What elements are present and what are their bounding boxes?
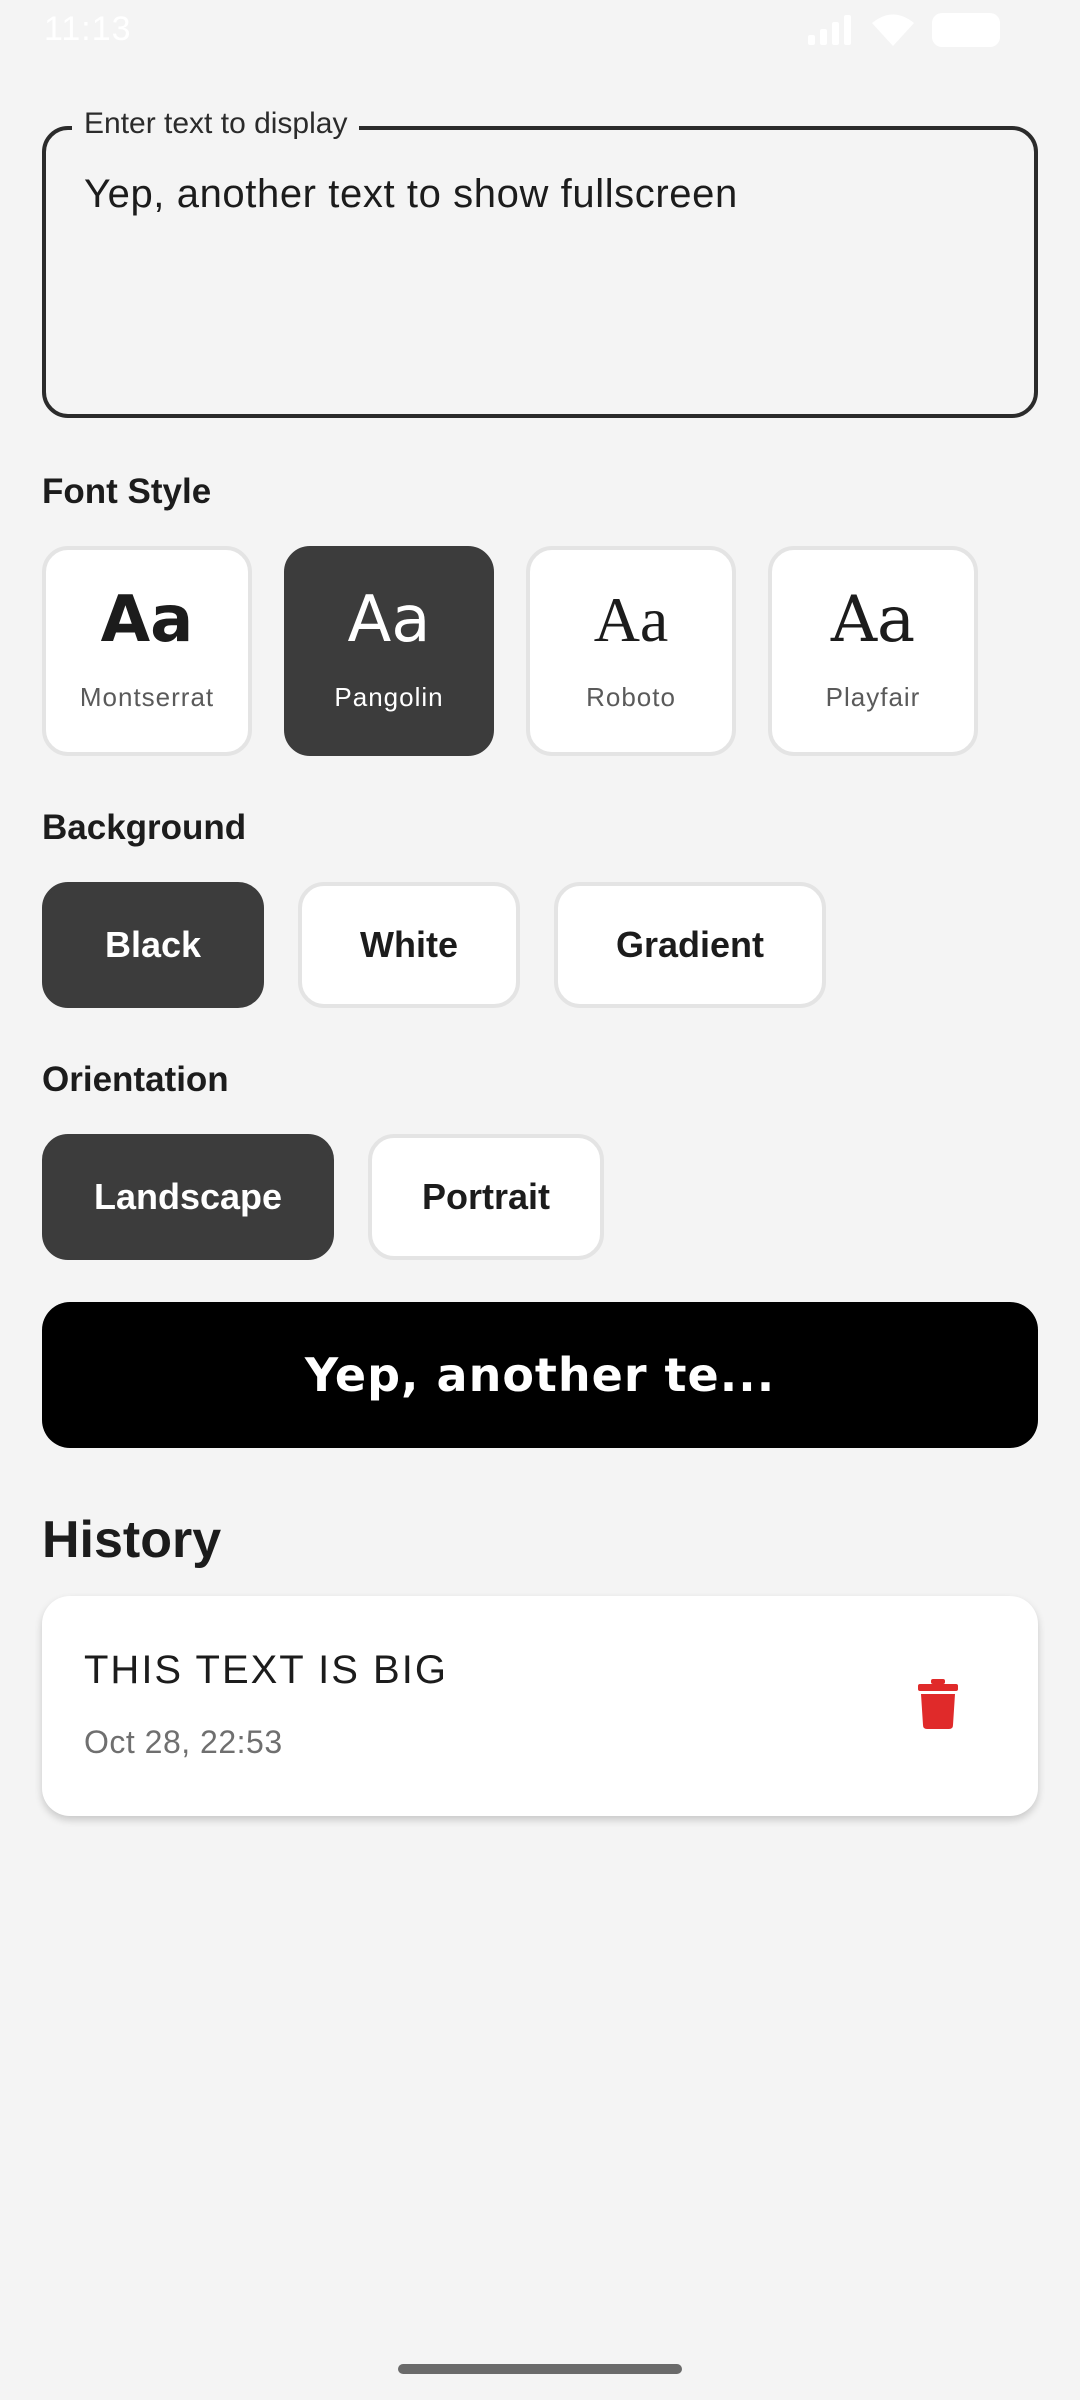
battery-icon (932, 13, 1004, 47)
font-style-title: Font Style (42, 472, 212, 511)
background-option-gradient[interactable]: Gradient (554, 882, 826, 1008)
font-option-pangolin[interactable]: Aa Pangolin (284, 546, 494, 756)
font-name: Montserrat (79, 682, 215, 712)
text-input-label: Enter text to display (72, 106, 360, 142)
background-option-white[interactable]: White (298, 882, 520, 1008)
text-input-field[interactable] (42, 126, 1038, 418)
status-icons (808, 12, 1004, 48)
font-sample: Aa (593, 584, 669, 655)
history-item-date: Oct 28, 22:53 (84, 1724, 283, 1760)
font-name: Pangolin (334, 682, 444, 712)
font-name: Playfair (825, 682, 921, 712)
signal-icon (808, 15, 854, 45)
home-indicator[interactable] (398, 2364, 682, 2374)
trash-icon (918, 1678, 958, 1734)
font-sample: Aa (100, 583, 194, 657)
delete-button[interactable] (908, 1674, 968, 1738)
font-name: Roboto (586, 682, 676, 712)
font-option-playfair[interactable]: Aa Playfair (768, 546, 978, 756)
wifi-icon (872, 14, 914, 46)
history-title: History (42, 1511, 222, 1569)
status-time: 11:13 (44, 10, 132, 48)
text-input-value[interactable]: Yep, another text to show fullscreen (84, 172, 738, 217)
history-item[interactable]: THIS TEXT IS BIG Oct 28, 22:53 (42, 1596, 1038, 1816)
screen: 11:13 Enter text to display Yep, another… (0, 0, 1080, 2400)
font-option-roboto[interactable]: Aa Roboto (526, 546, 736, 756)
background-option-black[interactable]: Black (42, 882, 264, 1008)
orientation-title: Orientation (42, 1060, 229, 1099)
orientation-option-landscape[interactable]: Landscape (42, 1134, 334, 1260)
background-title: Background (42, 808, 247, 847)
font-option-montserrat[interactable]: Aa Montserrat (42, 546, 252, 756)
history-item-text: THIS TEXT IS BIG (84, 1648, 448, 1692)
status-bar: 11:13 (0, 0, 1080, 62)
font-sample: Aa (347, 583, 431, 657)
show-fullscreen-button[interactable]: Yep, another te... (42, 1302, 1038, 1448)
orientation-option-portrait[interactable]: Portrait (368, 1134, 604, 1260)
font-sample: Aa (830, 583, 916, 657)
